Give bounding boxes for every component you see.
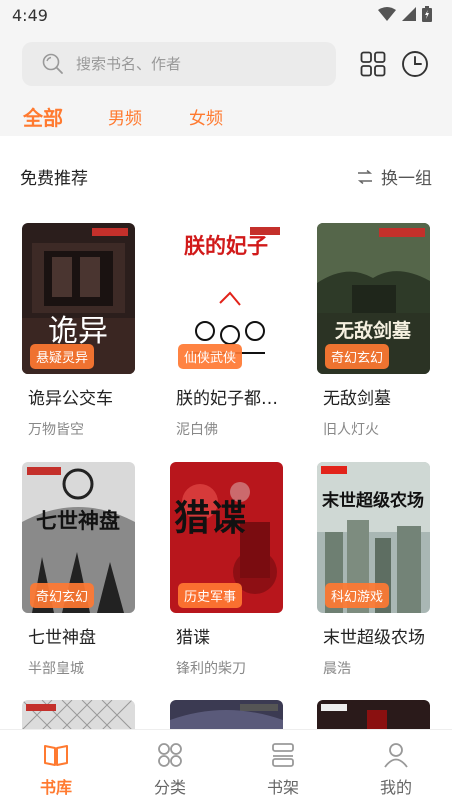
book-title: 末世超级农场 bbox=[323, 628, 425, 648]
book-title: 七世神盘 bbox=[28, 628, 96, 648]
section-title: 免费推荐 bbox=[20, 169, 88, 189]
bottom-nav: 书库 分类 书架 我的 bbox=[0, 729, 452, 804]
nav-label: 我的 bbox=[379, 778, 412, 797]
refresh-button[interactable]: 换一组 bbox=[357, 164, 432, 189]
book-cover[interactable]: 末世超级农场 科幻游戏 bbox=[317, 462, 430, 613]
book-card[interactable]: 无敌剑墓 奇幻玄幻 无敌剑墓 旧人灯火 bbox=[317, 223, 437, 439]
book-cover[interactable] bbox=[22, 700, 135, 730]
book-cover[interactable]: 无敌剑墓 奇幻玄幻 bbox=[317, 223, 430, 374]
book-cover[interactable] bbox=[170, 700, 283, 730]
cover-title: 七世神盘 bbox=[36, 508, 120, 533]
book-open-icon bbox=[43, 740, 69, 770]
nav-label: 书库 bbox=[39, 778, 72, 797]
cover-title: 猎谍 bbox=[174, 497, 246, 539]
book-card[interactable]: 七世神盘 奇幻玄幻 七世神盘 半部皇城 bbox=[22, 462, 142, 678]
refresh-icon bbox=[357, 169, 373, 184]
nav-item-bookshelf[interactable]: 书架 bbox=[243, 740, 323, 798]
book-title: 猎谍 bbox=[176, 628, 210, 648]
category-tabs: 全部 男频 女频 bbox=[0, 100, 452, 136]
book-card[interactable]: 朕的妃子 仙侠武侠 朕的妃子都是猫 泥白佛 bbox=[170, 223, 290, 439]
search-icon bbox=[40, 51, 66, 77]
search-box[interactable] bbox=[22, 42, 336, 86]
book-author: 万物皆空 bbox=[28, 422, 84, 438]
tab-male[interactable]: 男频 bbox=[108, 104, 142, 129]
user-icon bbox=[383, 740, 409, 770]
grid-icon bbox=[360, 51, 386, 77]
genre-tag: 仙侠武侠 bbox=[178, 344, 243, 369]
book-author: 泥白佛 bbox=[176, 422, 218, 438]
nav-item-category[interactable]: 分类 bbox=[130, 740, 210, 798]
cover-title: 朕的妃子 bbox=[184, 234, 268, 258]
status-time: 4:49 bbox=[12, 6, 48, 25]
refresh-label: 换一组 bbox=[381, 169, 432, 189]
book-author: 旧人灯火 bbox=[323, 422, 379, 438]
tab-all[interactable]: 全部 bbox=[23, 102, 63, 131]
history-clock-icon bbox=[402, 51, 428, 77]
grid-view-button[interactable] bbox=[357, 48, 389, 80]
nav-label: 分类 bbox=[153, 778, 186, 797]
tab-female[interactable]: 女频 bbox=[189, 104, 223, 129]
cover-title: 末世超级农场 bbox=[322, 490, 424, 511]
signal-icon bbox=[402, 7, 416, 21]
battery-icon bbox=[422, 6, 432, 22]
book-cover[interactable]: 诡异 悬疑灵异 bbox=[22, 223, 135, 374]
book-card[interactable]: 猎谍 历史军事 猎谍 锋利的柴刀 bbox=[170, 462, 290, 678]
book-card[interactable]: 末世超级农场 科幻游戏 末世超级农场 晨浩 bbox=[317, 462, 437, 678]
book-title: 诡异公交车 bbox=[28, 389, 113, 409]
book-cover[interactable]: 朕的妃子 仙侠武侠 bbox=[170, 223, 283, 374]
genre-tag: 历史军事 bbox=[178, 583, 243, 608]
status-icons bbox=[378, 6, 432, 22]
wifi-icon bbox=[378, 7, 396, 21]
book-title: 无敌剑墓 bbox=[323, 389, 391, 409]
nav-label: 书架 bbox=[266, 778, 299, 797]
book-title: 朕的妃子都是猫 bbox=[176, 389, 286, 409]
section-header: 免费推荐 换一组 bbox=[0, 160, 452, 192]
book-author: 锋利的柴刀 bbox=[176, 661, 246, 677]
book-cover[interactable]: 七世神盘 奇幻玄幻 bbox=[22, 462, 135, 613]
search-input[interactable] bbox=[76, 55, 306, 73]
genre-tag: 悬疑灵异 bbox=[30, 344, 95, 369]
cover-title: 无敌剑墓 bbox=[335, 319, 412, 342]
book-cover[interactable] bbox=[317, 700, 430, 730]
partial-book-row bbox=[0, 700, 452, 730]
book-cover[interactable]: 猎谍 历史军事 bbox=[170, 462, 283, 613]
nav-item-profile[interactable]: 我的 bbox=[356, 740, 436, 798]
book-author: 半部皇城 bbox=[28, 661, 84, 677]
history-button[interactable] bbox=[399, 48, 431, 80]
book-card[interactable]: 诡异 悬疑灵异 诡异公交车 万物皆空 bbox=[22, 223, 142, 439]
genre-tag: 科幻游戏 bbox=[325, 583, 390, 608]
nav-item-library[interactable]: 书库 bbox=[16, 740, 96, 798]
bookshelf-icon bbox=[270, 740, 296, 770]
genre-tag: 奇幻玄幻 bbox=[30, 583, 95, 608]
book-author: 晨浩 bbox=[323, 661, 351, 677]
genre-tag: 奇幻玄幻 bbox=[325, 344, 390, 369]
status-bar: 4:49 bbox=[0, 0, 452, 32]
category-icon bbox=[157, 740, 183, 770]
